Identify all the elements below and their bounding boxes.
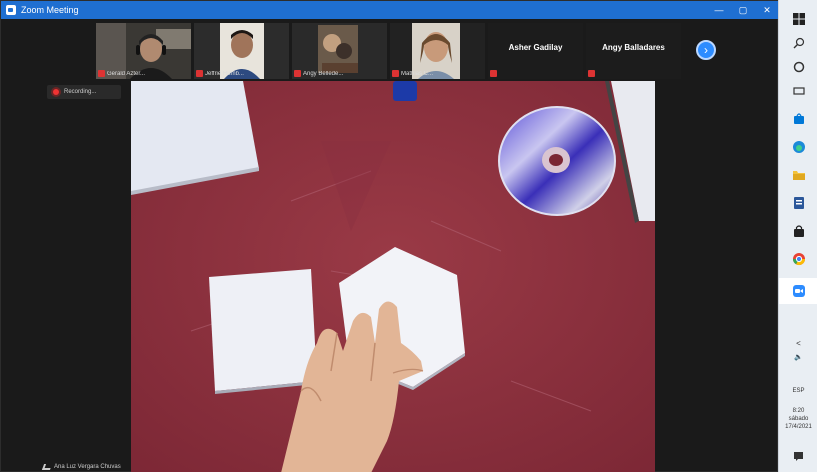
title-bar[interactable]: Zoom Meeting — ▢ ✕ — [1, 1, 779, 19]
record-dot-icon — [53, 89, 59, 95]
mic-muted-icon — [98, 70, 105, 77]
participant-name: Jeffrie Humb... — [205, 70, 244, 77]
tray-overflow-chevron[interactable]: < — [781, 340, 816, 348]
search-button[interactable] — [779, 32, 817, 54]
taskbar-app-edge[interactable] — [779, 136, 817, 158]
signal-icon — [41, 464, 53, 470]
participant-tile[interactable]: Angy Bellede... — [292, 23, 387, 79]
screen: Zoom Meeting — ▢ ✕ Gerald Azter... Jeffr… — [0, 0, 817, 472]
taskbar-app-explorer[interactable] — [779, 164, 817, 186]
cortana-button[interactable] — [779, 56, 817, 78]
taskbar-app-mail[interactable] — [779, 108, 817, 130]
participant-name-row: Angy Bellede... — [294, 70, 343, 77]
zoom-meeting-window: Zoom Meeting — ▢ ✕ Gerald Azter... Jeffr… — [0, 0, 779, 472]
windows-logo-icon — [792, 13, 805, 25]
window-title: Zoom Meeting — [21, 5, 79, 15]
word-icon — [793, 197, 804, 209]
window-controls: — ▢ ✕ — [707, 1, 779, 19]
speaker-name-label: Ana Luz Vergara Chuvas — [41, 464, 121, 470]
participant-display-name: Angy Balladares — [602, 43, 665, 52]
zoom-app-icon — [6, 5, 16, 15]
lock-bag-icon — [793, 225, 804, 237]
close-button[interactable]: ✕ — [755, 1, 779, 19]
search-icon — [793, 37, 804, 49]
participant-name: Gerald Azter... — [107, 70, 146, 77]
participant-tile[interactable]: Asher Gadilay — [488, 23, 583, 79]
recording-label: Recording... — [64, 89, 97, 95]
taskbar-app-word[interactable] — [779, 192, 817, 214]
participant-tile[interactable]: Gerald Azter... — [96, 23, 191, 79]
participant-tile[interactable]: Jeffrie Humb... — [194, 23, 289, 79]
task-view-button[interactable] — [779, 80, 817, 102]
participant-name-row: Jeffrie Humb... — [196, 70, 244, 77]
speaker-name: Ana Luz Vergara Chuvas — [54, 464, 121, 470]
participant-name: Angy Bellede... — [303, 70, 344, 77]
tray-icons-row: 🔈 — [779, 350, 817, 364]
next-page-button[interactable]: › — [696, 40, 716, 60]
chrome-icon — [792, 253, 805, 266]
notification-icon — [794, 451, 803, 461]
participant-name-row: Mathias C... — [392, 70, 433, 77]
start-button[interactable] — [779, 8, 817, 30]
mic-muted-icon — [588, 70, 595, 77]
mic-muted-icon — [196, 70, 203, 77]
mic-muted-icon — [392, 70, 399, 77]
participant-tile[interactable]: Mathias C... — [390, 23, 485, 79]
folder-icon — [792, 171, 805, 180]
mic-muted-icon — [294, 70, 301, 77]
cortana-circle-icon — [793, 61, 804, 73]
participant-name-row: Gerald Azter... — [98, 70, 145, 77]
notification-center-button[interactable] — [779, 446, 817, 466]
participant-name-row — [490, 70, 497, 77]
clock-date[interactable]: 17/4/2021 — [781, 424, 816, 431]
edge-browser-icon — [792, 141, 805, 153]
participant-name: Mathias C... — [401, 70, 434, 77]
zoom-icon — [792, 285, 805, 297]
taskbar-app-zoom[interactable] — [779, 278, 817, 304]
participant-display-name: Asher Gadilay — [508, 43, 563, 52]
task-view-icon — [792, 87, 805, 95]
taskbar-app-store[interactable] — [779, 220, 817, 242]
recording-indicator[interactable]: Recording... — [47, 85, 121, 99]
taskbar-app-chrome[interactable] — [779, 248, 817, 270]
chevron-right-icon: › — [704, 43, 708, 57]
mic-muted-icon — [490, 70, 497, 77]
windows-taskbar: < 🔈 ESP 8:20 sábado 17/4/2021 — [778, 0, 817, 472]
language-indicator[interactable]: ESP — [781, 388, 816, 395]
participant-name-row — [588, 70, 595, 77]
minimize-button[interactable]: — — [707, 1, 731, 19]
main-speaker-video — [131, 81, 655, 472]
participant-strip: Gerald Azter... Jeffrie Humb... Angy Bel… — [96, 23, 696, 79]
participant-tile[interactable]: Angy Balladares — [586, 23, 681, 79]
clock-day[interactable]: sábado — [781, 416, 816, 423]
store-bag-icon — [793, 113, 804, 124]
clock-time[interactable]: 8:20 — [781, 408, 816, 415]
maximize-button[interactable]: ▢ — [731, 1, 755, 19]
tray-volume-icon[interactable]: 🔈 — [794, 354, 803, 361]
